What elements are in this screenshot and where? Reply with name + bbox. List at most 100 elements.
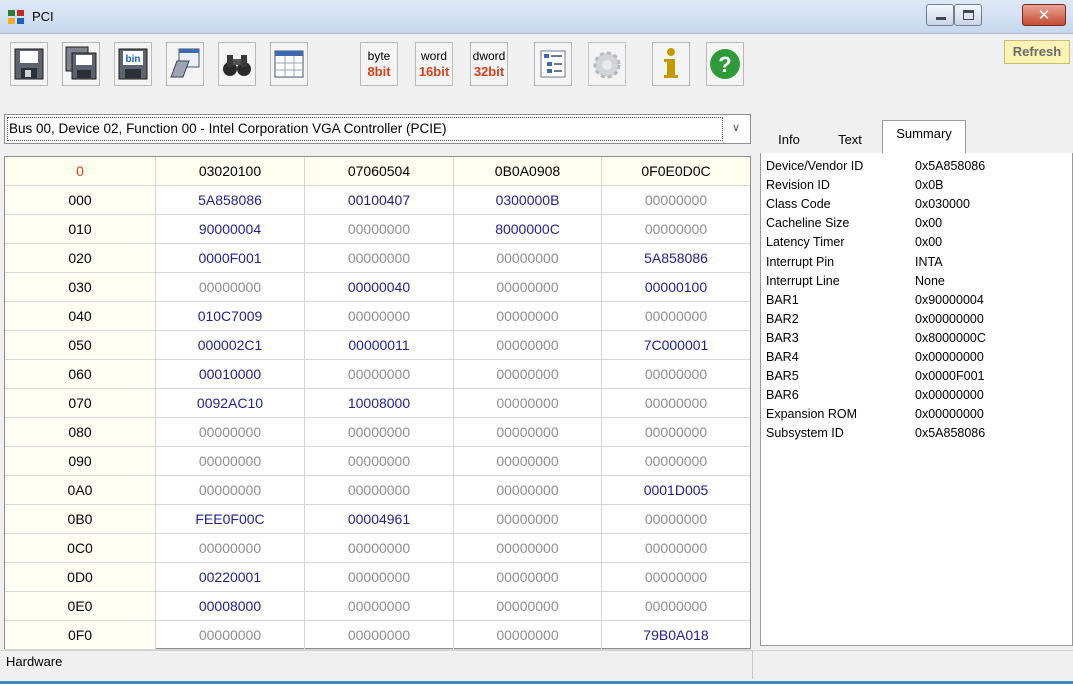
chevron-down-icon[interactable]: ∨ (724, 117, 748, 141)
register-value-cell[interactable]: 00000000 (454, 244, 602, 272)
register-value-cell[interactable]: 00000000 (602, 215, 750, 243)
open-window-button[interactable] (166, 42, 204, 86)
register-value-cell[interactable]: 00000000 (454, 389, 602, 417)
register-value-cell[interactable]: 00100407 (305, 186, 454, 214)
register-value-cell[interactable]: 00000000 (454, 360, 602, 388)
register-value-cell[interactable]: 00000000 (305, 418, 454, 446)
register-value-cell[interactable]: 00000000 (602, 302, 750, 330)
row-offset-cell[interactable]: 0D0 (5, 563, 156, 591)
maximize-button[interactable] (954, 4, 982, 26)
register-value-cell[interactable]: 00000000 (305, 447, 454, 475)
register-value-cell[interactable]: 0000F001 (156, 244, 305, 272)
register-value-cell[interactable]: 00000000 (305, 360, 454, 388)
save-binary-button[interactable]: bin (114, 42, 152, 86)
register-value-cell[interactable]: 00000000 (305, 302, 454, 330)
row-offset-cell[interactable]: 040 (5, 302, 156, 330)
register-value-cell[interactable]: 00000000 (602, 360, 750, 388)
refresh-button[interactable]: Refresh (1004, 40, 1070, 64)
tab-text[interactable]: Text (818, 126, 882, 154)
register-value-cell[interactable]: 00000000 (305, 592, 454, 620)
register-value-cell[interactable]: FEE0F00C (156, 505, 305, 533)
register-value-cell[interactable]: 00010000 (156, 360, 305, 388)
register-value-cell[interactable]: 00000000 (305, 476, 454, 504)
register-value-cell[interactable]: 00000000 (156, 418, 305, 446)
info-button[interactable] (652, 42, 690, 86)
close-button[interactable]: ✕ (1022, 4, 1066, 26)
register-value-cell[interactable]: 00000040 (305, 273, 454, 301)
device-select[interactable]: Bus 00, Device 02, Function 00 - Intel C… (4, 114, 751, 144)
register-value-cell[interactable]: 00000000 (156, 447, 305, 475)
row-offset-cell[interactable]: 090 (5, 447, 156, 475)
register-value-cell[interactable]: 10008000 (305, 389, 454, 417)
register-value-cell[interactable]: 00000000 (156, 273, 305, 301)
register-value-cell[interactable]: 00000000 (602, 592, 750, 620)
register-value-cell[interactable]: 8000000C (454, 215, 602, 243)
register-value-cell[interactable]: 00000000 (602, 186, 750, 214)
word-16bit-button[interactable]: word 16bit (415, 42, 453, 86)
save-all-button[interactable] (62, 42, 100, 86)
register-value-cell[interactable]: 00000000 (305, 534, 454, 562)
register-value-cell[interactable]: 00000000 (305, 563, 454, 591)
register-value-cell[interactable]: 0300000B (454, 186, 602, 214)
register-value-cell[interactable]: 7C000001 (602, 331, 750, 359)
tab-summary[interactable]: Summary (882, 120, 966, 153)
register-value-cell[interactable]: 00000000 (305, 215, 454, 243)
minimize-button[interactable] (926, 4, 954, 26)
row-offset-cell[interactable]: 020 (5, 244, 156, 272)
tab-info[interactable]: Info (760, 126, 818, 154)
register-value-cell[interactable]: 0092AC10 (156, 389, 305, 417)
register-value-cell[interactable]: 00000000 (602, 534, 750, 562)
register-value-cell[interactable]: 79B0A018 (602, 621, 750, 649)
save-button[interactable] (10, 42, 48, 86)
register-value-cell[interactable]: 00000000 (156, 534, 305, 562)
register-value-cell[interactable]: 00220001 (156, 563, 305, 591)
register-value-cell[interactable]: 90000004 (156, 215, 305, 243)
register-value-cell[interactable]: 00000000 (156, 476, 305, 504)
row-offset-cell[interactable]: 030 (5, 273, 156, 301)
register-value-cell[interactable]: 00000000 (454, 331, 602, 359)
row-offset-cell[interactable]: 0C0 (5, 534, 156, 562)
table-view-button[interactable] (270, 42, 308, 86)
register-value-cell[interactable]: 00000000 (156, 621, 305, 649)
row-offset-cell[interactable]: 010 (5, 215, 156, 243)
register-value-cell[interactable]: 00004961 (305, 505, 454, 533)
help-button[interactable]: ? (706, 42, 744, 86)
register-value-cell[interactable]: 00000000 (602, 418, 750, 446)
row-offset-cell[interactable]: 000 (5, 186, 156, 214)
register-value-cell[interactable]: 00000011 (305, 331, 454, 359)
settings-button[interactable] (588, 42, 626, 86)
row-offset-cell[interactable]: 0E0 (5, 592, 156, 620)
register-value-cell[interactable]: 00000000 (454, 621, 602, 649)
find-button[interactable] (218, 42, 256, 86)
register-value-cell[interactable]: 000002C1 (156, 331, 305, 359)
register-value-cell[interactable]: 5A858086 (602, 244, 750, 272)
register-value-cell[interactable]: 00000000 (602, 389, 750, 417)
row-offset-cell[interactable]: 080 (5, 418, 156, 446)
row-offset-cell[interactable]: 0A0 (5, 476, 156, 504)
byte-8bit-button[interactable]: byte 8bit (360, 42, 398, 86)
register-value-cell[interactable]: 5A858086 (156, 186, 305, 214)
register-value-cell[interactable]: 00000000 (454, 476, 602, 504)
row-offset-cell[interactable]: 0F0 (5, 621, 156, 649)
row-offset-cell[interactable]: 050 (5, 331, 156, 359)
register-value-cell[interactable]: 00000000 (305, 621, 454, 649)
register-value-cell[interactable]: 00000000 (602, 447, 750, 475)
row-offset-cell[interactable]: 0B0 (5, 505, 156, 533)
register-value-cell[interactable]: 00000000 (454, 505, 602, 533)
register-value-cell[interactable]: 00000000 (454, 534, 602, 562)
register-value-cell[interactable]: 00008000 (156, 592, 305, 620)
register-value-cell[interactable]: 00000000 (454, 592, 602, 620)
register-value-cell[interactable]: 00000100 (602, 273, 750, 301)
register-value-cell[interactable]: 0001D005 (602, 476, 750, 504)
register-value-cell[interactable]: 00000000 (454, 447, 602, 475)
dword-32bit-button[interactable]: dword 32bit (470, 42, 508, 86)
register-value-cell[interactable]: 00000000 (602, 505, 750, 533)
row-offset-cell[interactable]: 070 (5, 389, 156, 417)
register-value-cell[interactable]: 00000000 (454, 418, 602, 446)
register-value-cell[interactable]: 00000000 (305, 244, 454, 272)
register-value-cell[interactable]: 00000000 (602, 563, 750, 591)
register-value-cell[interactable]: 00000000 (454, 273, 602, 301)
register-value-cell[interactable]: 010C7009 (156, 302, 305, 330)
register-value-cell[interactable]: 00000000 (454, 563, 602, 591)
register-value-cell[interactable]: 00000000 (454, 302, 602, 330)
